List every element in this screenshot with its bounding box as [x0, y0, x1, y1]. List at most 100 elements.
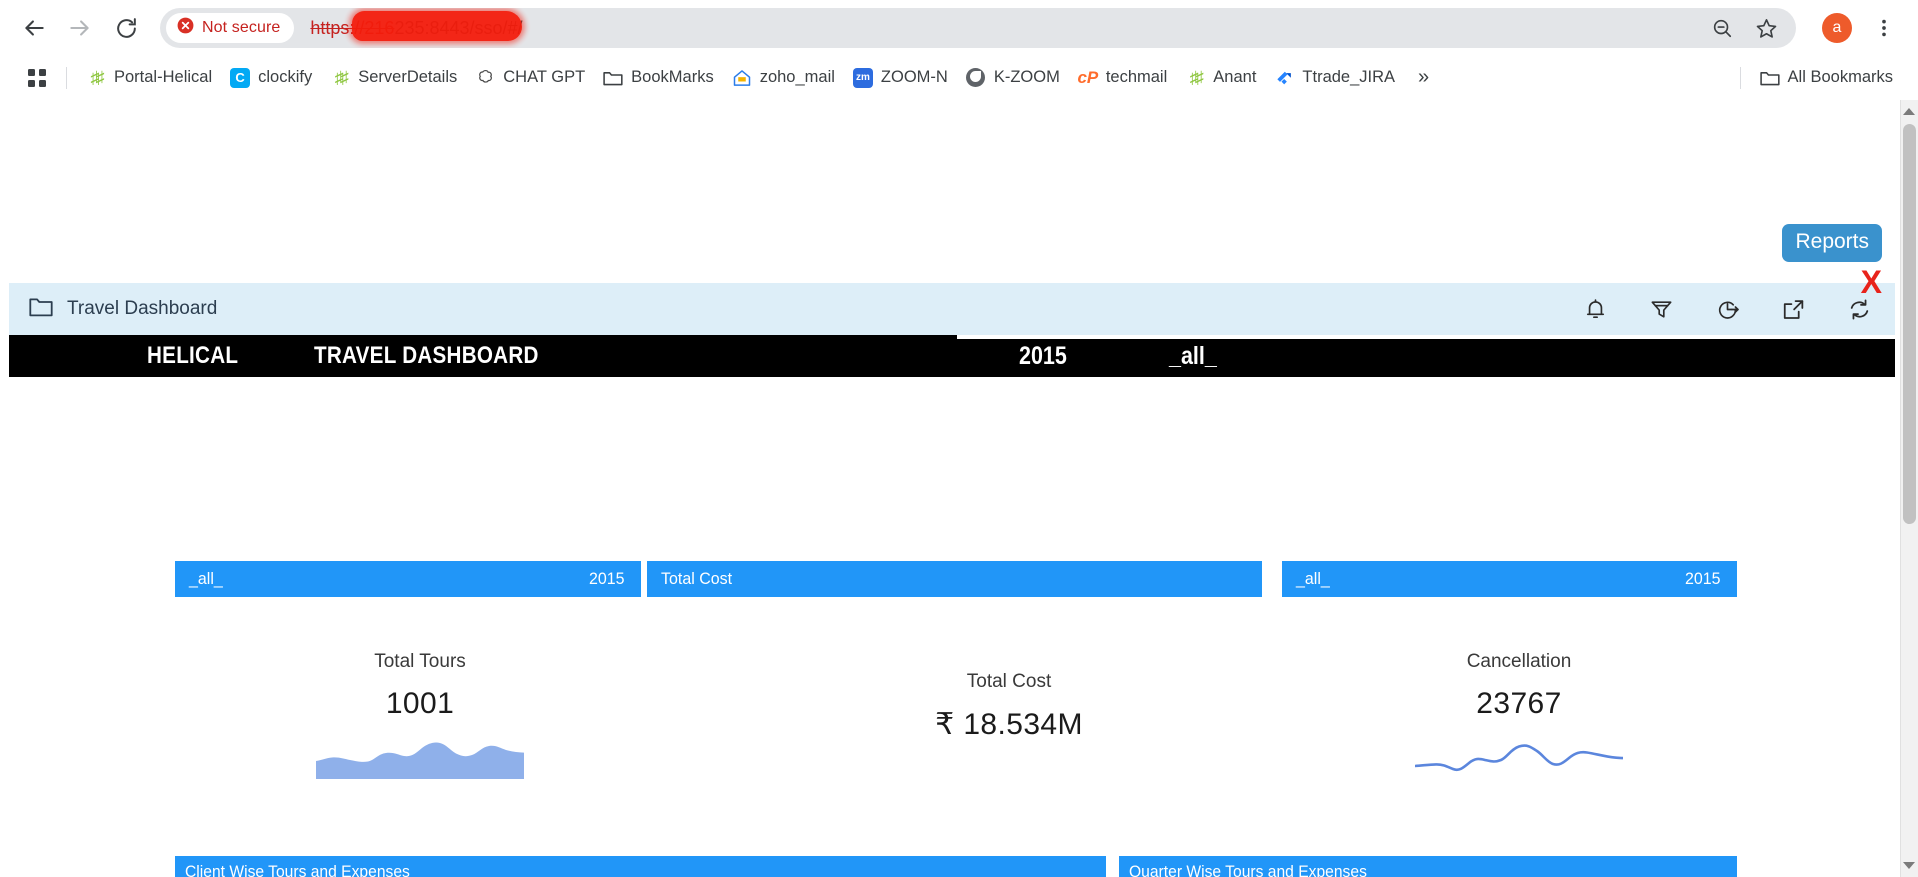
dashboard-title-group: Travel Dashboard [29, 297, 217, 322]
tile-header-right: 2015 [1685, 569, 1721, 588]
cpanel-icon: cP [1077, 67, 1099, 87]
bookmark-label: ServerDetails [358, 68, 458, 86]
address-bar[interactable]: Not secure https://216235:8443/sso/#/ [160, 8, 1796, 48]
section-header-client-wise[interactable]: Client Wise Tours and Expenses [175, 856, 1106, 877]
helical-dna-icon: ♯♯ [1189, 67, 1204, 87]
section-title: Client Wise Tours and Expenses [185, 862, 410, 877]
bookmark-k-zoom[interactable]: K-ZOOM [957, 64, 1069, 92]
bookmark-label: CHAT GPT [503, 68, 586, 86]
tile-header-left: Total Cost [661, 569, 733, 588]
avatar[interactable]: a [1822, 13, 1852, 43]
scroll-up-arrow-icon[interactable] [1903, 108, 1915, 115]
filter-funnel-icon[interactable] [1647, 295, 1675, 323]
bookmarks-overflow-button[interactable]: » [1404, 64, 1443, 91]
bookmarks-bar: ♯♯ Portal-Helical C clockify ♯♯ ServerDe… [0, 56, 1918, 100]
three-dot-menu-icon [1873, 17, 1895, 39]
omnibox-actions [1702, 8, 1790, 48]
bookmark-label: Ttrade_JIRA [1302, 68, 1396, 86]
zoom-icon: zm [852, 67, 873, 88]
browser-chrome: Not secure https://216235:8443/sso/#/ [0, 0, 1918, 100]
url-field[interactable]: https://216235:8443/sso/#/ [310, 8, 1702, 48]
dashboard-toolbar [1581, 295, 1873, 323]
kpi-total-cost: Total Cost ₹ 18.534M [839, 671, 1179, 742]
reload-icon [114, 16, 139, 41]
kpi-title: Cancellation [1466, 651, 1572, 672]
kpi-total-tours: Total Tours 1001 [255, 651, 585, 784]
bookmark-star-button[interactable] [1746, 8, 1786, 48]
bookmark-label: Anant [1213, 68, 1257, 86]
folder-icon [1759, 68, 1780, 88]
bookmark-zoom-n[interactable]: zm ZOOM-N [844, 64, 957, 92]
tile-header-right: 2015 [589, 569, 625, 588]
schedule-clock-icon[interactable] [1713, 295, 1741, 323]
bookmark-techmail[interactable]: cP techmail [1069, 64, 1176, 92]
bookmark-portal-helical[interactable]: ♯♯ Portal-Helical [77, 64, 221, 92]
bookmarks-divider [66, 66, 67, 89]
reload-button[interactable] [106, 8, 146, 48]
tile-headers-row: _all_ 2015 Total Cost _all_ 2015 [9, 561, 1895, 597]
bookmark-label: techmail [1105, 68, 1168, 86]
page-title: Travel Dashboard [67, 298, 218, 319]
banner-scope-filter: _all_ [1169, 341, 1217, 370]
back-button[interactable] [14, 8, 54, 48]
banner-year-filter: 2015 [1019, 341, 1067, 370]
redaction-marker [352, 11, 523, 41]
scrollbar-thumb[interactable] [1903, 124, 1916, 524]
zoho-icon [732, 68, 752, 88]
bookmark-chat-gpt[interactable]: CHAT GPT [466, 64, 594, 92]
bookmark-label: zoho_mail [759, 68, 835, 86]
k-zoom-icon [966, 68, 986, 88]
chrome-menu-button[interactable] [1864, 8, 1904, 48]
zoom-out-icon [1711, 17, 1733, 39]
folder-icon [603, 68, 623, 88]
zoom-out-button[interactable] [1702, 8, 1742, 48]
folder-icon [29, 297, 53, 322]
bookmarks-divider [1739, 66, 1741, 89]
url-scheme: https [310, 17, 350, 38]
arrow-right-icon [67, 15, 93, 41]
total-tours-sparkline-chart [255, 737, 585, 784]
reports-button[interactable]: Reports [1782, 224, 1882, 263]
not-secure-chip[interactable]: Not secure [166, 13, 295, 43]
bookmark-label: clockify [258, 68, 313, 86]
close-overlay-button[interactable]: X [1861, 266, 1882, 298]
dashboard-titlebar: Travel Dashboard [9, 283, 1895, 335]
kpi-title: Total Tours [374, 651, 466, 672]
bookmark-serverdetails[interactable]: ♯♯ ServerDetails [321, 64, 466, 92]
bookmark-anant[interactable]: ♯♯ Anant [1176, 64, 1265, 92]
banner-brand: HELICAL [147, 342, 239, 369]
chrome-right-actions: a [1802, 8, 1904, 48]
kpi-value: 1001 [385, 687, 455, 720]
export-icon[interactable] [1779, 295, 1807, 323]
all-bookmarks-button[interactable]: All Bookmarks [1751, 64, 1902, 92]
bookmark-label: Portal-Helical [114, 68, 213, 86]
kpi-value: ₹ 18.534M [935, 708, 1083, 741]
kpi-value: 23767 [1476, 687, 1562, 720]
kpi-cancellation: Cancellation 23767 [1354, 651, 1684, 782]
scroll-down-arrow-icon[interactable] [1903, 862, 1915, 869]
section-header-quarter-wise[interactable]: Quarter Wise Tours and Expenses [1119, 856, 1737, 877]
arrow-left-icon [21, 15, 47, 41]
not-secure-icon [176, 16, 195, 40]
bookmark-ttrade-jira[interactable]: Ttrade_JIRA [1265, 64, 1404, 92]
cancellation-sparkline-chart [1354, 737, 1684, 782]
alert-bell-icon[interactable] [1581, 295, 1609, 323]
jira-icon [1274, 68, 1294, 88]
bookmark-clockify[interactable]: C clockify [221, 64, 321, 92]
apps-shortcut[interactable] [18, 64, 56, 92]
tile-header-total-cost[interactable]: Total Cost [647, 561, 1262, 597]
all-bookmarks-label: All Bookmarks [1787, 68, 1893, 86]
page-scrollbar[interactable] [1900, 100, 1918, 877]
tile-header-cancellation[interactable]: _all_ 2015 [1282, 561, 1737, 597]
bookmark-label: ZOOM-N [880, 68, 948, 86]
dashboard-banner: HELICAL TRAVEL DASHBOARD 2015 _all_ [9, 335, 1895, 377]
bookmark-bookmarks-folder[interactable]: BookMarks [594, 64, 723, 92]
forward-button[interactable] [60, 8, 100, 48]
tile-header-left: _all_ [189, 569, 223, 588]
clockify-icon: C [230, 67, 251, 88]
tile-header-total-tours[interactable]: _all_ 2015 [175, 561, 641, 597]
not-secure-label: Not secure [202, 19, 281, 36]
helical-dna-icon: ♯♯ [334, 67, 349, 87]
browser-toolbar: Not secure https://216235:8443/sso/#/ [0, 0, 1918, 56]
bookmark-zoho-mail[interactable]: zoho_mail [723, 64, 844, 92]
